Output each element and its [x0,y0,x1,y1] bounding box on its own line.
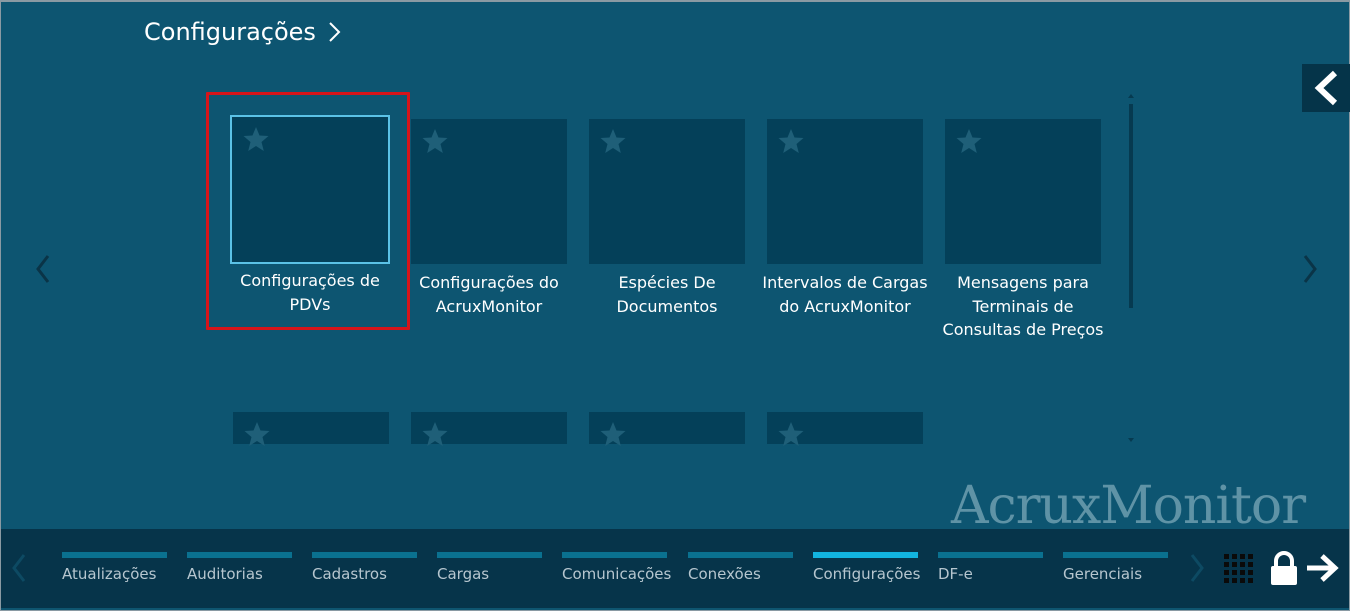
taskbar-item-gerenciais[interactable]: Gerenciais [1063,552,1168,583]
taskbar: Atualizações Auditorias Cadastros Cargas… [1,529,1349,608]
taskbar-next-button[interactable] [1187,551,1207,585]
star-icon[interactable] [955,127,983,155]
taskbar-item-atualizacoes[interactable]: Atualizações [62,552,167,583]
star-icon[interactable] [243,420,271,448]
tile-label: Mensagens para Terminais de Consultas de… [942,273,1104,339]
grid-icon[interactable] [1223,553,1257,587]
chevron-right-icon [329,22,341,42]
vertical-scrollbar[interactable] [1127,94,1135,444]
previous-page-button[interactable] [33,252,53,286]
lock-icon[interactable] [1269,551,1299,587]
taskbar-previous-button[interactable] [9,551,29,585]
collapse-panel-button[interactable] [1302,64,1350,112]
star-icon[interactable] [777,420,805,448]
taskbar-item-bar [62,552,167,558]
chevron-right-icon [1190,554,1204,582]
taskbar-item-bar [437,552,542,558]
main-area: Configurações Configurações de PDVs Conf… [1,2,1350,536]
taskbar-item-label: Cargas [437,565,490,583]
star-icon[interactable] [421,420,449,448]
scroll-up-arrow[interactable] [1128,94,1134,98]
taskbar-item-label: Conexões [688,565,761,583]
chevron-left-icon [36,255,50,283]
chevron-left-icon [12,554,26,582]
taskbar-item-bar [813,552,918,558]
taskbar-item-bar [562,552,667,558]
taskbar-item-bar [187,552,292,558]
star-icon[interactable] [242,125,270,153]
taskbar-item-bar [688,552,793,558]
scroll-thumb[interactable] [1129,104,1133,308]
chevron-right-icon [1303,255,1317,283]
star-icon[interactable] [777,127,805,155]
taskbar-item-bar [1063,552,1168,558]
star-icon[interactable] [599,420,627,448]
taskbar-item-label: Atualizações [62,565,157,583]
taskbar-item-label: Comunicações [562,565,672,583]
watermark-logo: AcruxMonitor [951,476,1306,536]
taskbar-item-label: Configurações [813,565,921,583]
taskbar-item-auditorias[interactable]: Auditorias [187,552,292,583]
taskbar-item-label: Cadastros [312,565,387,583]
taskbar-item-label: Gerenciais [1063,565,1143,583]
taskbar-item-label: Auditorias [187,565,263,583]
taskbar-item-cadastros[interactable]: Cadastros [312,552,417,583]
taskbar-item-configuracoes[interactable]: Configurações [813,552,921,583]
arrow-right-icon[interactable] [1305,553,1339,583]
taskbar-item-df-e[interactable]: DF-e [938,552,1043,583]
taskbar-item-comunicacoes[interactable]: Comunicações [562,552,672,583]
taskbar-item-conexoes[interactable]: Conexões [688,552,793,583]
tile-label: Configurações de PDVs [240,271,380,314]
next-page-button[interactable] [1300,252,1320,286]
scroll-down-arrow[interactable] [1128,438,1134,442]
page-title[interactable]: Configurações [144,18,346,46]
tile-label: Espécies De Documentos [616,273,718,316]
taskbar-item-bar [938,552,1043,558]
star-icon[interactable] [599,127,627,155]
tile-label: Configurações do AcruxMonitor [419,273,559,316]
chevron-left-icon [1314,70,1338,106]
tile-label: Intervalos de Cargas do AcruxMonitor [762,273,928,316]
taskbar-item-cargas[interactable]: Cargas [437,552,542,583]
taskbar-item-bar [312,552,417,558]
taskbar-item-label: DF-e [938,565,973,583]
star-icon[interactable] [421,127,449,155]
page-title-text: Configurações [144,18,316,46]
